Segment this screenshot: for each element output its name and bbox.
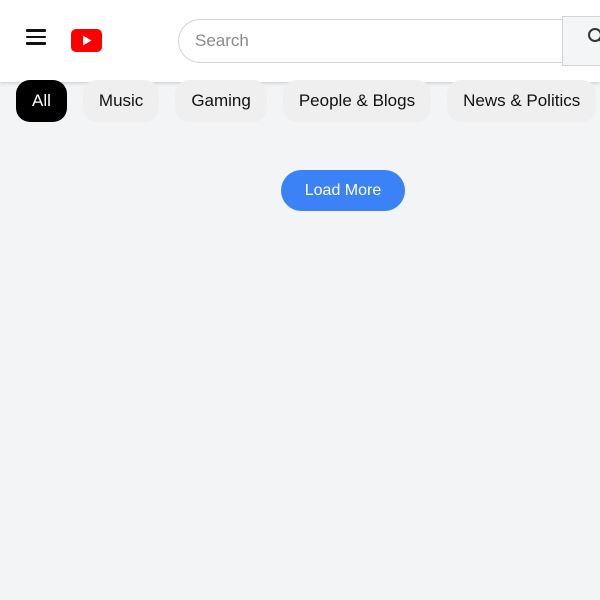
search-button[interactable] [562,16,600,66]
top-header [0,0,600,82]
search-icon [587,27,600,47]
chip-people-blogs[interactable]: People & Blogs [282,80,432,122]
search-input[interactable] [178,19,564,63]
load-more-button[interactable]: Load More [281,170,405,211]
chip-news-politics[interactable]: News & Politics [447,80,597,122]
category-chips: All Music Gaming People & Blogs News & P… [16,80,597,122]
youtube-logo-icon[interactable] [71,29,102,52]
chip-music[interactable]: Music [82,80,160,122]
hamburger-menu-icon[interactable] [26,29,46,45]
chip-all[interactable]: All [16,80,67,122]
chip-gaming[interactable]: Gaming [175,80,267,122]
